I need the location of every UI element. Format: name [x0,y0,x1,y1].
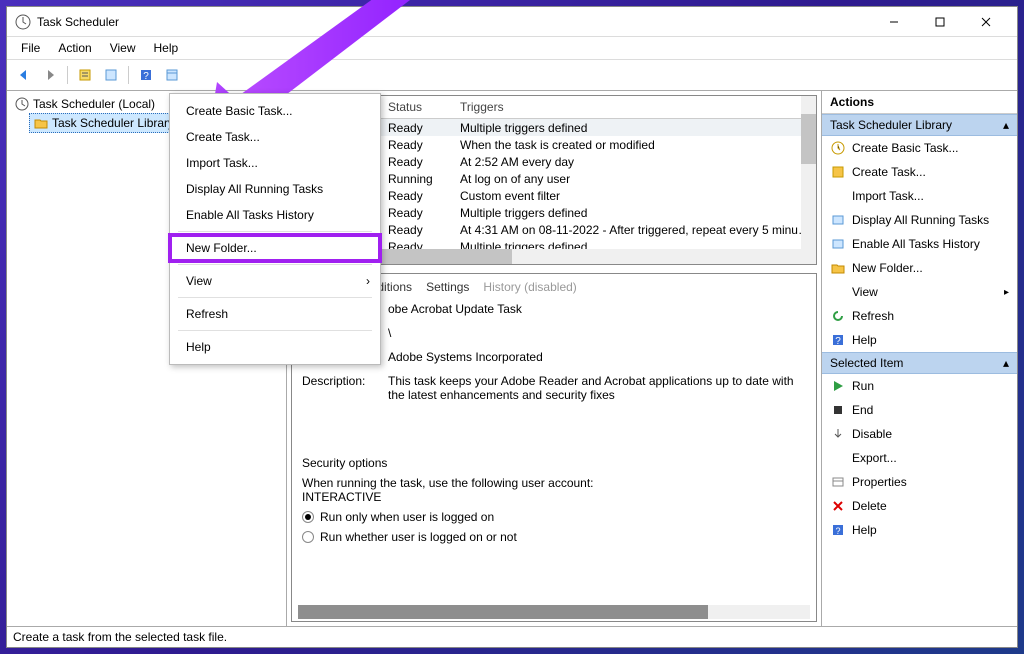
col-status[interactable]: Status [382,96,454,118]
security-options-header: Security options [302,456,806,470]
location-value: \ [388,326,806,340]
cm-separator [178,297,372,298]
svg-text:?: ? [835,526,840,536]
toolbar-refresh-icon[interactable] [74,64,96,86]
svg-text:?: ? [143,71,149,82]
detail-hscrollbar[interactable] [298,605,810,619]
toolbar-pane-icon[interactable] [161,64,183,86]
action-import-task[interactable]: Import Task... [822,184,1017,208]
menu-help[interactable]: Help [146,39,187,57]
action-create-basic-task[interactable]: Create Basic Task... [822,136,1017,160]
tree-pane: Task Scheduler (Local) Task Scheduler Li… [7,91,287,626]
action-end[interactable]: End [822,398,1017,422]
tree-library-label: Task Scheduler Library [52,116,174,130]
toolbar-help-icon[interactable]: ? [135,64,157,86]
tab-history[interactable]: History (disabled) [483,280,576,294]
actions-section-selected[interactable]: Selected Item▴ [822,352,1017,374]
cm-import-task[interactable]: Import Task... [170,150,380,176]
cm-create-basic-task[interactable]: Create Basic Task... [170,98,380,124]
svg-text:?: ? [835,336,841,347]
radio-logged-on-label: Run only when user is logged on [320,510,494,524]
action-delete[interactable]: Delete [822,494,1017,518]
cm-separator [178,231,372,232]
security-prompt: When running the task, use the following… [302,476,806,490]
action-create-task[interactable]: Create Task... [822,160,1017,184]
task-vscrollbar[interactable] [801,96,816,264]
app-window: Task Scheduler File Action View Help ? T… [6,6,1018,648]
minimize-button[interactable] [871,7,917,37]
collapse-icon: ▴ [1003,118,1009,132]
security-account: INTERACTIVE [302,490,806,504]
cm-new-folder[interactable]: New Folder... [170,235,380,261]
detail-name: obe Acrobat Update Task [388,302,806,316]
toolbar-divider [67,66,68,84]
toolbar-properties-icon[interactable] [100,64,122,86]
actions-header: Actions [822,91,1017,114]
context-menu: Create Basic Task... Create Task... Impo… [169,93,381,365]
action-properties[interactable]: Properties [822,470,1017,494]
collapse-icon: ▴ [1003,356,1009,370]
cm-view[interactable]: View [170,268,380,294]
titlebar: Task Scheduler [7,7,1017,37]
body: Task Scheduler (Local) Task Scheduler Li… [7,91,1017,626]
app-icon [15,14,31,30]
close-button[interactable] [963,7,1009,37]
radio-logged-on[interactable]: Run only when user is logged on [302,510,806,524]
description-label: Description: [302,374,388,446]
menubar: File Action View Help [7,37,1017,60]
cm-separator [178,264,372,265]
cm-create-task[interactable]: Create Task... [170,124,380,150]
radio-logged-off[interactable]: Run whether user is logged on or not [302,530,806,544]
maximize-button[interactable] [917,7,963,37]
cm-separator [178,330,372,331]
action-export[interactable]: Export... [822,446,1017,470]
window-title: Task Scheduler [37,15,871,29]
toolbar: ? [7,60,1017,91]
action-run[interactable]: Run [822,374,1017,398]
folder-icon [34,116,48,130]
action-enable-all-tasks-history[interactable]: Enable All Tasks History [822,232,1017,256]
statusbar: Create a task from the selected task fil… [7,626,1017,647]
cm-help[interactable]: Help [170,334,380,360]
author-value: Adobe Systems Incorporated [388,350,806,364]
action-new-folder[interactable]: New Folder... [822,256,1017,280]
actions-section-library[interactable]: Task Scheduler Library▴ [822,114,1017,136]
col-triggers[interactable]: Triggers [454,96,816,118]
cm-display-running[interactable]: Display All Running Tasks [170,176,380,202]
action-display-all-running-tasks[interactable]: Display All Running Tasks [822,208,1017,232]
toolbar-divider [128,66,129,84]
action-help[interactable]: ?Help [822,328,1017,352]
description-value: This task keeps your Adobe Reader and Ac… [388,374,806,446]
action-view[interactable]: View [822,280,1017,304]
back-button[interactable] [13,64,35,86]
action-refresh[interactable]: Refresh [822,304,1017,328]
cm-refresh[interactable]: Refresh [170,301,380,327]
tab-settings[interactable]: Settings [426,280,469,294]
tree-root-label: Task Scheduler (Local) [33,97,155,111]
action-help[interactable]: ?Help [822,518,1017,542]
menu-view[interactable]: View [102,39,144,57]
forward-button[interactable] [39,64,61,86]
clock-icon [15,97,29,111]
radio-logged-off-label: Run whether user is logged on or not [320,530,517,544]
cm-enable-history[interactable]: Enable All Tasks History [170,202,380,228]
menu-action[interactable]: Action [50,39,99,57]
menu-file[interactable]: File [13,39,48,57]
actions-pane: Actions Task Scheduler Library▴ Create B… [821,91,1017,626]
action-disable[interactable]: Disable [822,422,1017,446]
